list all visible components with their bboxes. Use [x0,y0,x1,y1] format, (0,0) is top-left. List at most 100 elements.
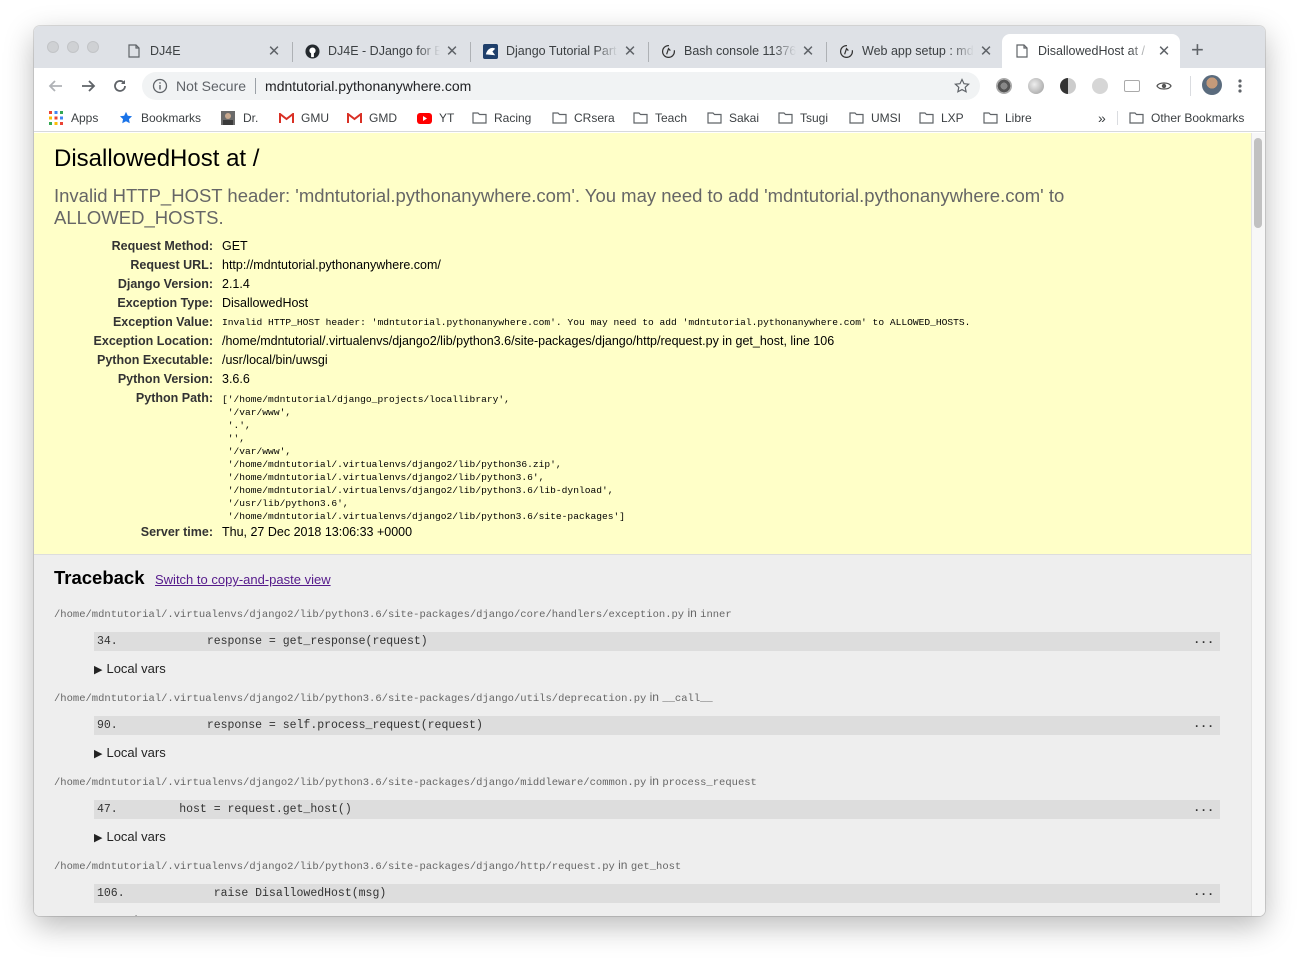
meta-key: Python Path: [135,391,213,405]
folder-icon [982,111,998,125]
divider [1190,76,1191,96]
extension-face-icon[interactable] [1092,78,1108,94]
close-icon[interactable]: ✕ [444,43,460,60]
bookmark-bookmarks[interactable]: Bookmarks [118,108,201,128]
bookmark-tsugi[interactable]: Tsugi [777,108,828,128]
expand-context-button[interactable]: ... [1193,802,1214,815]
folder-icon [1128,111,1144,125]
new-tab-button[interactable]: + [1191,39,1204,61]
tab-disallowed-host[interactable]: DisallowedHost at / ✕ [1002,34,1180,68]
in-label: in [649,690,659,704]
bookmark-dr[interactable]: Dr. [220,108,258,128]
address-bar[interactable]: Not Secure mdntutorial.pythonanywhere.co… [142,72,980,100]
url-text[interactable]: mdntutorial.pythonanywhere.com [265,78,471,94]
tab-title: DJ4E - DJango for Everybody [328,44,440,58]
close-icon[interactable]: ✕ [1156,43,1172,60]
tab-web-app-setup[interactable]: Web app setup : mdntutorial ✕ [826,34,1002,68]
meta-key: Python Version: [117,372,213,386]
meta-value: GET [222,239,248,253]
browser-toolbar: Not Secure mdntutorial.pythonanywhere.co… [34,68,1265,104]
tab-dj4e-django[interactable]: DJ4E - DJango for Everybody ✕ [292,34,468,68]
back-button[interactable] [44,74,68,98]
disclosure-triangle-icon: ▶ [94,748,103,760]
bookmark-label: Teach [655,111,688,125]
star-icon [118,111,134,125]
frame-function: inner [700,609,732,621]
tab-title: DisallowedHost at / [1038,44,1145,58]
meta-value: 2.1.4 [222,277,250,291]
security-status[interactable]: Not Secure [176,78,246,94]
local-vars-toggle[interactable]: ▶Local vars [94,745,166,760]
gmail-icon [278,111,294,125]
bookmark-star-icon[interactable] [954,78,970,94]
copy-paste-view-link[interactable]: Switch to copy-and-paste view [155,572,331,587]
bookmark-racing[interactable]: Racing [471,108,531,128]
bookmark-gmu[interactable]: GMU [278,108,329,128]
divider [1117,111,1118,125]
extension-gear-icon[interactable] [996,78,1012,94]
bookmark-teach[interactable]: Teach [632,108,687,128]
bookmark-lxp[interactable]: LXP [918,108,964,128]
reload-button[interactable] [108,74,132,98]
bookmark-label: UMSI [871,111,901,125]
close-icon[interactable]: ✕ [622,43,638,60]
line-number: 47. [97,803,118,816]
bookmark-label: Sakai [729,111,760,125]
meta-value: DisallowedHost [222,296,309,310]
tab-dj4e[interactable]: DJ4E ✕ [114,34,290,68]
local-vars-toggle[interactable]: ▶Local vars [94,829,166,844]
gmail-icon [346,111,362,125]
tab-bash-console[interactable]: Bash console 11376 ✕ [648,34,824,68]
window-close-button[interactable] [47,41,59,53]
bookmark-crsera[interactable]: CRsera [551,108,615,128]
error-message: Invalid HTTP_HOST header: 'mdntutorial.p… [54,185,1065,228]
context-line[interactable]: 34. response = get_response(request) ... [94,632,1220,651]
profile-avatar[interactable] [1202,75,1222,95]
bookmark-apps[interactable]: Apps [48,108,98,128]
page-icon [1014,43,1030,59]
forward-button[interactable] [76,74,100,98]
extension-contrast-icon[interactable] [1060,78,1076,94]
meta-key: Request URL: [130,258,213,272]
local-vars-label: Local vars [106,913,165,916]
local-vars-toggle[interactable]: ▶Local vars [94,913,165,916]
in-label: in [687,606,697,620]
frame-function: get_host [630,861,682,873]
expand-context-button[interactable]: ... [1193,718,1214,731]
context-line[interactable]: 90. response = self.process_request(requ… [94,716,1220,735]
tab-title: Web app setup : mdntutorial [862,44,974,58]
window-minimize-button[interactable] [67,41,79,53]
bookmark-gmd[interactable]: GMD [346,108,397,128]
page-viewport[interactable]: DisallowedHost at / Invalid HTTP_HOST he… [34,133,1251,916]
local-vars-label: Local vars [106,745,166,760]
error-title: DisallowedHost at / [54,145,260,172]
vertical-scrollbar[interactable] [1251,133,1265,916]
extension-circle-icon[interactable] [1028,78,1044,94]
tab-title: Bash console 11376 [684,44,796,58]
window-zoom-button[interactable] [87,41,99,53]
expand-context-button[interactable]: ... [1193,634,1214,647]
pythonanywhere-icon [660,43,676,59]
expand-context-button[interactable]: ... [1193,886,1214,899]
close-icon[interactable]: ✕ [800,43,816,60]
menu-dots-icon[interactable] [1238,78,1242,94]
context-line[interactable]: 106. raise DisallowedHost(msg) ... [94,884,1220,903]
tab-django-tutorial[interactable]: Django Tutorial Part 2 ✕ [470,34,646,68]
local-vars-toggle[interactable]: ▶Local vars [94,661,166,676]
bookmark-libre[interactable]: Libre [982,108,1032,128]
bookmarks-overflow-button[interactable]: » [1098,108,1106,128]
github-icon [304,43,320,59]
bookmark-sakai[interactable]: Sakai [706,108,759,128]
bookmark-umsi[interactable]: UMSI [848,108,901,128]
context-line[interactable]: 47. host = request.get_host() ... [94,800,1220,819]
other-bookmarks[interactable]: Other Bookmarks [1128,108,1244,128]
meta-key: Server time: [140,525,213,539]
scrollbar-thumb[interactable] [1254,138,1262,228]
extension-eye-icon[interactable] [1156,78,1172,94]
close-icon[interactable]: ✕ [266,43,282,60]
close-icon[interactable]: ✕ [978,43,994,60]
bookmark-yt[interactable]: YT [416,108,454,128]
line-number: 90. [97,719,118,732]
extension-cast-icon[interactable] [1124,80,1140,92]
in-label: in [618,858,628,872]
